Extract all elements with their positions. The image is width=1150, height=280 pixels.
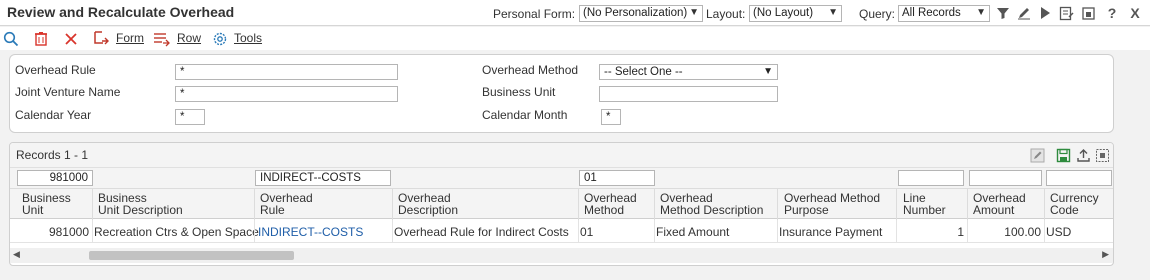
- grid-edit-icon[interactable]: [1028, 146, 1046, 164]
- cell-overhead-description: Overhead Rule for Indirect Costs: [394, 225, 569, 239]
- calendar-year-label: Calendar Year: [15, 108, 92, 122]
- delete-icon[interactable]: [32, 30, 50, 47]
- toolbar: Form Row Tools: [0, 27, 1150, 50]
- calendar-month-label: Calendar Month: [482, 108, 568, 122]
- chevron-down-icon: ▼: [976, 7, 986, 18]
- cell-line-number: 1: [957, 225, 964, 239]
- cell-currency-code: USD: [1046, 225, 1072, 239]
- col-header-overhead-amount[interactable]: Overhead Amount: [973, 192, 1026, 216]
- query-select[interactable]: All Records ▼: [898, 5, 990, 22]
- cell-bu-description: Recreation Ctrs & Open Space: [94, 225, 259, 239]
- records-grid: Records 1 - 1 BusinessUnit BusinessUnit …: [9, 142, 1114, 266]
- help-icon[interactable]: ?: [1104, 4, 1120, 22]
- col-header-line-number[interactable]: Line Number: [903, 192, 946, 216]
- col-header-overhead-description[interactable]: Overhead Description: [398, 192, 458, 216]
- filter-icon[interactable]: [995, 4, 1011, 22]
- grid-header-bar: Records 1 - 1: [10, 143, 1113, 167]
- overhead-rule-field[interactable]: [175, 64, 398, 80]
- scroll-left-icon[interactable]: ◀: [13, 249, 20, 260]
- export-icon[interactable]: [1080, 4, 1096, 22]
- tools-menu-label[interactable]: Tools: [234, 31, 262, 45]
- form-menu-icon[interactable]: [93, 30, 111, 47]
- query-value: All Records: [902, 7, 961, 19]
- records-count: Records 1 - 1: [16, 148, 89, 162]
- col-header-business-unit[interactable]: Business Unit: [22, 192, 71, 216]
- col-header-bu-description[interactable]: Business Unit Description: [98, 192, 183, 216]
- search-icon[interactable]: [2, 30, 20, 47]
- cell-overhead-method: 01: [580, 225, 594, 239]
- notes-icon[interactable]: [1058, 4, 1074, 22]
- personal-form-select[interactable]: (No Personalization) ▼: [579, 5, 703, 22]
- layout-label: Layout:: [706, 7, 746, 21]
- cell-business-unit: 981000: [48, 225, 89, 239]
- grid-save-icon[interactable]: [1054, 146, 1072, 164]
- row-menu-icon[interactable]: [153, 30, 171, 47]
- business-unit-field[interactable]: [599, 86, 778, 102]
- grid-upload-icon[interactable]: [1074, 146, 1092, 164]
- app-title: Review and Recalculate Overhead: [7, 4, 235, 20]
- joint-venture-label: Joint Venture Name: [15, 85, 121, 99]
- run-query-icon[interactable]: [1037, 4, 1053, 22]
- cell-method-purpose: Insurance Payment: [779, 225, 883, 239]
- filter-panel: Overhead Rule Joint Venture Name Calenda…: [9, 54, 1114, 133]
- edit-query-icon[interactable]: [1016, 4, 1032, 22]
- grid-fullscreen-icon[interactable]: [1093, 146, 1111, 164]
- qbe-currency-code[interactable]: [1046, 170, 1112, 186]
- joint-venture-field[interactable]: [175, 86, 398, 102]
- layout-select[interactable]: (No Layout) ▼: [749, 5, 842, 22]
- chevron-down-icon: ▼: [763, 66, 773, 77]
- form-menu-label[interactable]: Form: [116, 31, 144, 45]
- cancel-icon[interactable]: [62, 30, 80, 47]
- chevron-down-icon: ▼: [828, 7, 838, 18]
- overhead-method-label: Overhead Method: [482, 63, 579, 77]
- col-header-method-purpose[interactable]: Overhead Method Purpose: [784, 192, 880, 216]
- cell-overhead-amount: 100.00: [1004, 225, 1041, 239]
- row-menu-label[interactable]: Row: [177, 31, 201, 45]
- scroll-right-icon[interactable]: ▶: [1102, 249, 1109, 260]
- calendar-year-field[interactable]: [175, 109, 205, 125]
- close-icon[interactable]: X: [1127, 4, 1143, 22]
- col-header-method-description[interactable]: Overhead Method Description: [660, 192, 763, 216]
- title-bar: Review and Recalculate Overhead Personal…: [0, 0, 1150, 26]
- grid-qbe-row: [10, 167, 1113, 188]
- qbe-overhead-rule[interactable]: [255, 170, 391, 186]
- table-row[interactable]: 981000 Recreation Ctrs & Open Space INDI…: [10, 220, 1113, 243]
- qbe-overhead-amount[interactable]: [969, 170, 1042, 186]
- query-label: Query:: [859, 7, 896, 21]
- qbe-overhead-method[interactable]: [579, 170, 655, 186]
- chevron-down-icon: ▼: [689, 7, 699, 18]
- cell-method-description: Fixed Amount: [656, 225, 730, 239]
- business-unit-label: Business Unit: [482, 85, 556, 99]
- column-header-row: Business Unit Business Unit Description Ov…: [10, 188, 1113, 220]
- calendar-month-field[interactable]: [601, 109, 621, 125]
- qbe-business-unit[interactable]: [17, 170, 93, 186]
- personal-form-value: (No Personalization): [583, 7, 688, 19]
- scrollbar-thumb[interactable]: [89, 251, 294, 260]
- col-header-overhead-rule[interactable]: Overhead Rule: [260, 192, 313, 216]
- overhead-method-select[interactable]: -- Select One -- ▼: [599, 64, 778, 80]
- overhead-method-value: -- Select One --: [604, 66, 683, 78]
- qbe-line-number[interactable]: [898, 170, 964, 186]
- personal-form-label: Personal Form:: [493, 7, 576, 21]
- col-header-overhead-method[interactable]: Overhead Method: [584, 192, 637, 216]
- layout-value: (No Layout): [753, 7, 814, 19]
- tools-gear-icon[interactable]: [211, 30, 229, 47]
- overhead-rule-label: Overhead Rule: [15, 63, 96, 77]
- horizontal-scrollbar[interactable]: ◀ ▶: [10, 248, 1113, 263]
- col-header-currency-code[interactable]: Currency Code: [1050, 192, 1099, 216]
- cell-overhead-rule-link[interactable]: INDIRECT--COSTS: [258, 225, 363, 239]
